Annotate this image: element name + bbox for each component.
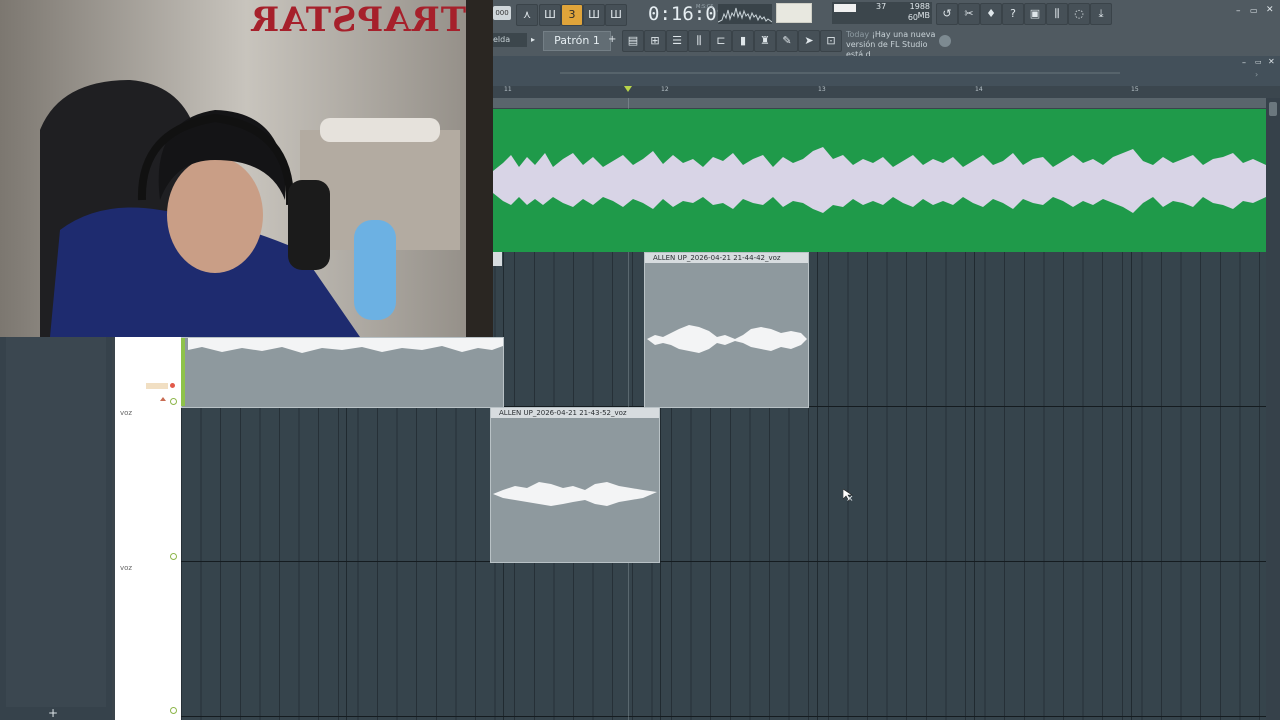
mixer-view-icon[interactable]: ⫼ xyxy=(688,30,710,52)
oscilloscope xyxy=(717,4,773,24)
clip-title: ALLEN UP_2026-04-21 21-43-52_voz xyxy=(491,408,659,418)
track-name[interactable]: voz xyxy=(120,409,132,417)
timeline-ruler[interactable]: 11 12 13 14 15 xyxy=(493,86,1280,98)
time-unit-label: M:S:CS xyxy=(696,4,714,10)
playlist-header xyxy=(493,56,1280,86)
countdown-icon[interactable]: 3 xyxy=(561,4,583,26)
add-pattern-icon[interactable]: + xyxy=(608,33,618,47)
browser-icon[interactable]: ⊏ xyxy=(710,30,732,52)
ruler-tick: 11 xyxy=(504,86,512,93)
clipboard-icon[interactable]: ▮ xyxy=(732,30,754,52)
webcam-overlay: TRAPSTAR xyxy=(0,0,493,337)
wait-input-icon[interactable]: Ш xyxy=(539,4,561,26)
chat-icon[interactable]: ◌ xyxy=(1068,3,1090,25)
track-led[interactable] xyxy=(170,398,177,405)
mixer-icon[interactable]: ⫼ xyxy=(1046,3,1068,25)
playlist-restore-button[interactable]: ▭ xyxy=(1255,58,1262,66)
plugin-icon[interactable]: ♜ xyxy=(754,30,776,52)
download-icon[interactable]: ⤓ xyxy=(1090,3,1112,25)
master-volume-meter[interactable] xyxy=(776,3,812,23)
audio-waveform xyxy=(493,147,1266,213)
audio-waveform xyxy=(647,325,807,353)
vertical-scroll-thumb[interactable] xyxy=(1269,102,1277,116)
track-activity-meter xyxy=(181,338,185,406)
track-divider xyxy=(181,716,1266,717)
polyphony-value: 60 xyxy=(907,13,918,22)
track-divider xyxy=(181,561,1266,562)
track-led[interactable] xyxy=(170,553,177,560)
globe-icon[interactable] xyxy=(939,35,951,47)
loop-record-icon[interactable]: Ш xyxy=(605,4,627,26)
track-name[interactable]: voz xyxy=(120,564,132,572)
song-mode-selector[interactable]: elda xyxy=(493,33,527,47)
browser-list[interactable] xyxy=(6,337,106,707)
bar-line xyxy=(1131,252,1132,720)
track-header-column[interactable] xyxy=(115,337,181,720)
playhead-marker[interactable] xyxy=(624,86,632,92)
channel-rack-icon[interactable]: ☰ xyxy=(666,30,688,52)
minimize-button[interactable]: – xyxy=(1236,6,1241,16)
microphone-icon[interactable]: ♦ xyxy=(980,3,1002,25)
playlist-minimize-button[interactable]: – xyxy=(1242,58,1246,67)
plugin-picker-icon[interactable]: ➤ xyxy=(798,30,820,52)
audio-clip[interactable]: ALLEN UP_2026-04-21 21-43-52_voz xyxy=(490,407,660,563)
clip-title: ALLEN UP_2026-04-21 21-44-42_voz xyxy=(645,253,808,263)
ruler-tick: 13 xyxy=(818,86,826,93)
bar-line xyxy=(817,252,818,720)
cart-icon[interactable]: ⊡ xyxy=(820,30,842,52)
audio-waveform xyxy=(493,482,657,506)
bar-line xyxy=(974,252,975,720)
playlist-close-button[interactable]: ✕ xyxy=(1268,57,1275,66)
ruler-tick: 15 xyxy=(1131,86,1139,93)
webcam-feed xyxy=(0,0,493,337)
vertical-scrollbar[interactable] xyxy=(1266,98,1280,720)
waveform-icon xyxy=(717,7,773,23)
undo-icon[interactable]: ↺ xyxy=(936,3,958,25)
playlist-scroll-overview[interactable] xyxy=(560,72,1120,74)
piano-roll-icon[interactable]: ⊞ xyxy=(644,30,666,52)
news-today-label: Today xyxy=(846,30,870,39)
audio-clip-main[interactable] xyxy=(493,109,1266,252)
cpu-bar xyxy=(834,4,856,12)
counter-display[interactable]: 000 xyxy=(493,6,511,20)
ruler-tick: 14 xyxy=(975,86,983,93)
horizontal-scrollbar[interactable] xyxy=(493,98,1266,108)
news-line-1: ¡Hay una nueva xyxy=(871,30,936,39)
cursor-x-icon: × xyxy=(846,494,854,504)
clip-title-stub xyxy=(493,252,502,266)
scroll-right-icon[interactable]: › xyxy=(1255,70,1265,82)
mute-icon[interactable] xyxy=(160,397,166,401)
record-arm-icon[interactable] xyxy=(170,383,175,388)
poster-text: TRAPSTAR xyxy=(250,0,467,40)
playlist-icon[interactable]: ▤ xyxy=(622,30,644,52)
pattern-selector[interactable]: Patrón 1 xyxy=(543,31,611,51)
track-led[interactable] xyxy=(170,707,177,714)
audio-clip-partial[interactable] xyxy=(181,337,504,408)
save-icon[interactable]: ▣ xyxy=(1024,3,1046,25)
track-controls[interactable] xyxy=(146,383,168,389)
restore-button[interactable]: ▭ xyxy=(1250,6,1258,15)
close-button[interactable]: ✕ xyxy=(1266,5,1274,15)
metronome-icon[interactable]: ⋏ xyxy=(516,4,538,26)
cpu-value: 37 xyxy=(876,2,887,11)
audio-waveform xyxy=(188,338,503,353)
audio-clip[interactable]: ALLEN UP_2026-04-21 21-44-42_voz xyxy=(644,252,809,408)
help-icon[interactable]: ? xyxy=(1002,3,1024,25)
ruler-tick: 12 xyxy=(661,86,669,93)
cut-icon[interactable]: ✂ xyxy=(958,3,980,25)
touch-controller-icon[interactable]: ✎ xyxy=(776,30,798,52)
step-edit-icon[interactable]: Ш xyxy=(583,4,605,26)
add-icon[interactable]: + xyxy=(48,706,58,720)
pattern-prev-icon[interactable]: ▸ xyxy=(531,33,541,47)
